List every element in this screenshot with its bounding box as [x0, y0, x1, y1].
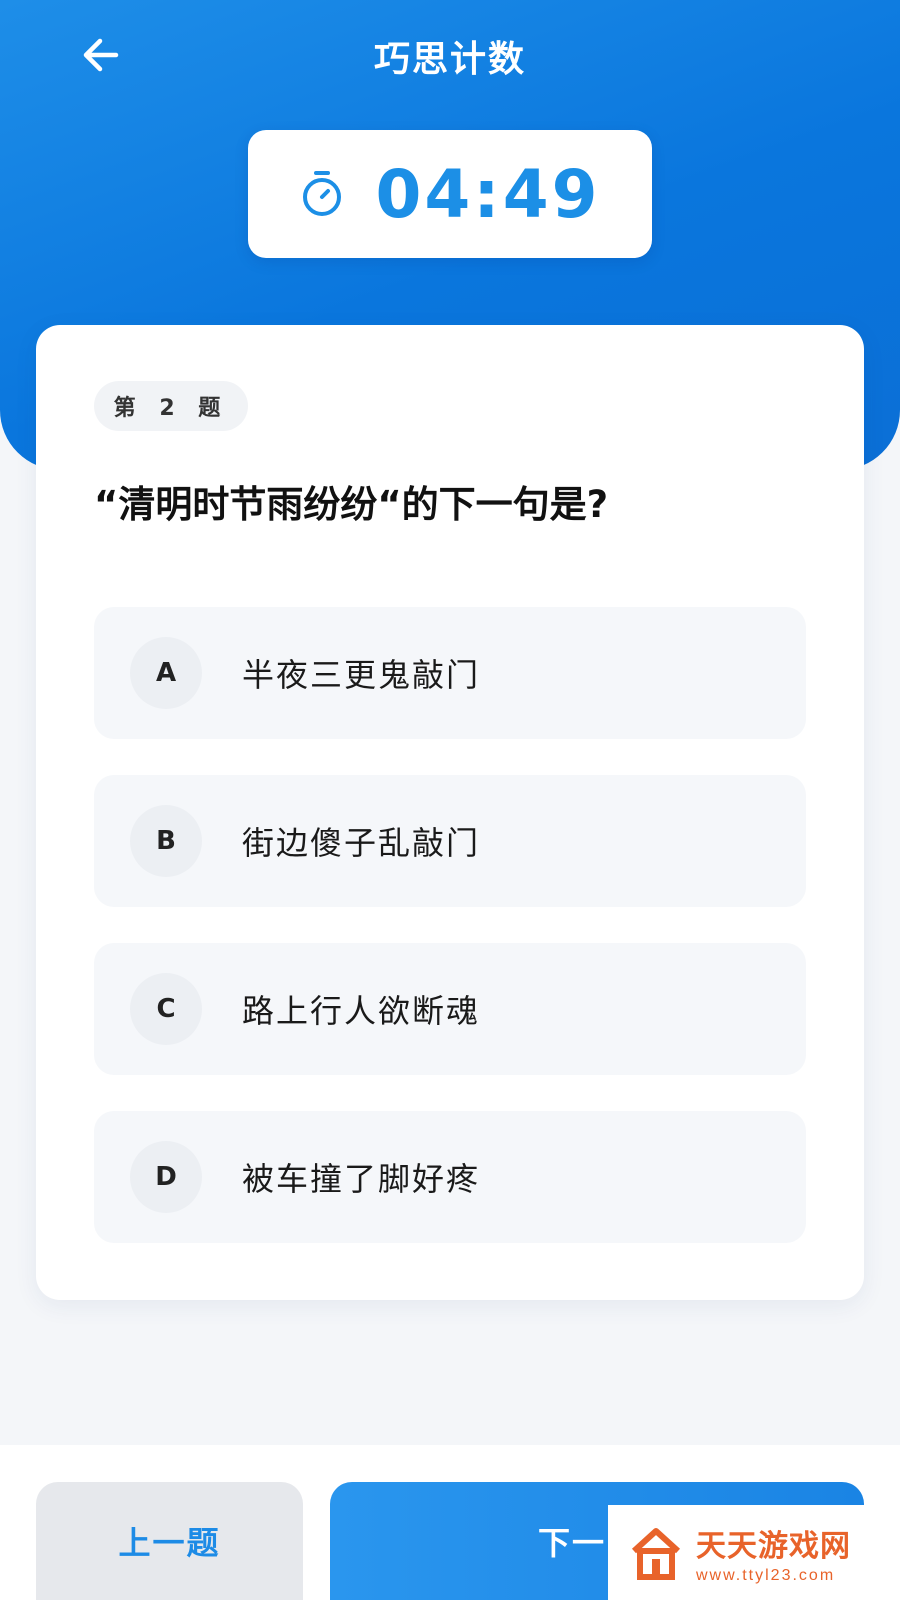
next-question-label: 下一 — [538, 1524, 607, 1562]
house-logo-icon — [631, 1527, 681, 1580]
option-letter: C — [130, 973, 202, 1045]
option-c[interactable]: C 路上行人欲断魂 — [94, 943, 806, 1075]
option-text: 被车撞了脚好疼 — [242, 1160, 481, 1198]
watermark-text: 天天游戏网 www.ttyl23.com — [696, 1521, 851, 1585]
option-letter: D — [130, 1141, 202, 1213]
option-text: 路上行人欲断魂 — [242, 992, 481, 1030]
watermark: 天天游戏网 www.ttyl23.com — [608, 1505, 900, 1600]
option-letter: A — [130, 637, 202, 709]
watermark-name: 天天游戏网 — [696, 1528, 851, 1564]
watermark-url: www.ttyl23.com — [696, 1566, 836, 1584]
countdown-timer: 04:49 — [248, 130, 652, 258]
option-a[interactable]: A 半夜三更鬼敲门 — [94, 607, 806, 739]
question-number-badge: 第 2 题 — [94, 381, 248, 431]
option-text: 半夜三更鬼敲门 — [242, 656, 481, 694]
previous-question-button[interactable]: 上一题 — [36, 1482, 303, 1600]
question-text: “清明时节雨纷纷“的下一句是? — [94, 483, 609, 526]
stopwatch-icon — [303, 171, 342, 216]
option-text: 街边傻子乱敲门 — [242, 824, 481, 862]
option-d[interactable]: D 被车撞了脚好疼 — [94, 1111, 806, 1243]
option-b[interactable]: B 街边傻子乱敲门 — [94, 775, 806, 907]
option-letter: B — [130, 805, 202, 877]
page-title: 巧思计数 — [373, 39, 526, 80]
timer-value: 04:49 — [375, 155, 601, 233]
question-card: 第 2 题 “清明时节雨纷纷“的下一句是? A 半夜三更鬼敲门 B 街边傻子乱敲… — [36, 325, 864, 1300]
